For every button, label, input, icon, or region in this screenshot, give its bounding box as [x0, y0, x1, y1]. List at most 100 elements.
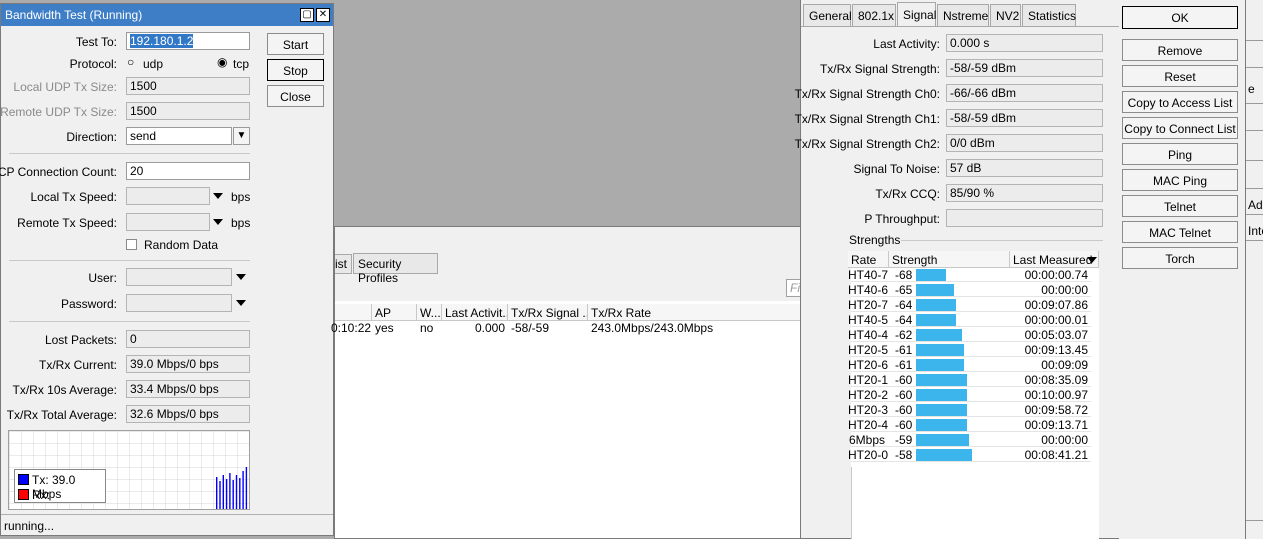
- ping-button[interactable]: Ping: [1122, 143, 1238, 165]
- strength-rate: HT20-7: [849, 298, 888, 312]
- registration-titlebar[interactable]: [335, 227, 849, 251]
- test-to-input[interactable]: 192.180.1.2: [126, 32, 250, 50]
- registration-window: ▢ ✕ ist Security Profiles Find AP W... L…: [331, 226, 850, 539]
- reset-button[interactable]: Reset: [1122, 65, 1238, 87]
- remote-speed-input[interactable]: [126, 213, 210, 231]
- col-w[interactable]: W...: [417, 304, 442, 321]
- ok-button[interactable]: OK: [1122, 6, 1238, 29]
- divider: [1246, 214, 1263, 215]
- tcp-count-input[interactable]: 20: [126, 162, 250, 180]
- start-button[interactable]: Start: [267, 33, 324, 55]
- col-strength-header[interactable]: Strength: [889, 251, 1010, 268]
- strength-bar: [916, 389, 967, 401]
- stop-button[interactable]: Stop: [267, 59, 324, 81]
- copy-to-access-list-button[interactable]: Copy to Access List: [1122, 91, 1238, 113]
- divider: [9, 260, 250, 261]
- chevron-down-icon[interactable]: [236, 274, 246, 280]
- col-last-measured-header[interactable]: Last Measured: [1010, 251, 1099, 268]
- tab-nstreme[interactable]: Nstreme: [937, 4, 989, 26]
- strength-row[interactable]: HT40-5 -64 00:00:00.01: [849, 312, 1091, 327]
- bandwidth-test-titlebar[interactable]: Bandwidth Test (Running): [1, 4, 333, 26]
- signal-field-label: Tx/Rx Signal Strength:: [819, 62, 940, 76]
- direction-dropdown-button[interactable]: ▼: [233, 127, 250, 145]
- strength-row[interactable]: 6Mbps -59 00:00:00: [849, 432, 1091, 447]
- tab-statistics[interactable]: Statistics: [1022, 4, 1076, 26]
- chevron-down-icon[interactable]: [1087, 257, 1097, 263]
- direction-label: Direction:: [66, 130, 117, 144]
- strength-rate: 6Mbps: [849, 433, 886, 447]
- strength-rate: HT20-1: [849, 373, 888, 387]
- strength-bar: [916, 344, 965, 356]
- tcp-radio[interactable]: ◉: [217, 55, 227, 69]
- strength-row[interactable]: HT20-1 -60 00:08:35.09: [849, 372, 1091, 387]
- tx-bar: [229, 473, 231, 509]
- chevron-down-icon[interactable]: [236, 300, 246, 306]
- col-last-activity[interactable]: Last Activit...: [442, 304, 508, 321]
- chevron-down-icon[interactable]: [213, 193, 223, 199]
- col-ap[interactable]: AP: [372, 304, 417, 321]
- tx-bar: [242, 471, 244, 509]
- strength-value: -60: [895, 418, 913, 432]
- close-button[interactable]: Close: [267, 85, 324, 107]
- remote-speed-unit: bps: [231, 216, 251, 230]
- strength-bar: [916, 284, 954, 296]
- maximize-icon[interactable]: ▢: [300, 8, 314, 22]
- col-uptime[interactable]: [335, 304, 372, 321]
- tab-security-profiles[interactable]: Security Profiles: [353, 253, 438, 285]
- current-value: 39.0 Mbps/0 bps: [126, 355, 250, 373]
- tab-label: Statistics: [1028, 9, 1077, 23]
- tx-bar: [222, 475, 224, 509]
- divider: [9, 153, 250, 154]
- local-speed-input[interactable]: [126, 187, 210, 205]
- tab-list[interactable]: ist: [335, 254, 352, 274]
- strength-row[interactable]: HT20-4 -60 00:09:13.71: [849, 417, 1091, 432]
- strength-row[interactable]: HT40-7 -68 00:00:00.74: [849, 267, 1091, 282]
- strength-value: -61: [895, 343, 913, 357]
- lost-packets-value: 0: [126, 330, 250, 348]
- col-signal[interactable]: Tx/Rx Signal ...: [508, 304, 588, 321]
- strength-row[interactable]: HT20-2 -60 00:10:00.97: [849, 387, 1091, 402]
- strength-row[interactable]: HT20-0 -58 00:08:41.21: [849, 447, 1091, 462]
- signal-field-label: Tx/Rx Signal Strength Ch0:: [794, 87, 940, 101]
- user-input[interactable]: [126, 268, 232, 286]
- tab-general[interactable]: General: [803, 4, 852, 26]
- strength-time: 00:00:00.01: [1024, 313, 1088, 327]
- mac-telnet-button[interactable]: MAC Telnet: [1122, 221, 1238, 243]
- strength-rate: HT40-6: [849, 283, 888, 297]
- random-data-checkbox[interactable]: [126, 239, 137, 250]
- strength-row[interactable]: HT20-6 -61 00:09:09: [849, 357, 1091, 372]
- tab-signal[interactable]: Signal: [897, 2, 936, 26]
- background-window-edge: e Addr Inter: [1245, 0, 1263, 539]
- mac-ping-button[interactable]: MAC Ping: [1122, 169, 1238, 191]
- strength-bar: [916, 269, 946, 281]
- tab-802-1x[interactable]: 802.1x: [852, 4, 896, 26]
- total-label: Tx/Rx Total Average:: [6, 408, 117, 422]
- tx-bar: [235, 475, 238, 509]
- strength-row[interactable]: HT20-7 -64 00:09:07.86: [849, 297, 1091, 312]
- strength-rows: HT40-7 -68 00:00:00.74 HT40-6 -65 00:00:00 HT2…: [849, 267, 1099, 467]
- direction-select[interactable]: send: [126, 127, 232, 145]
- tx-bar: [245, 467, 248, 509]
- strength-time: 00:10:00.97: [1024, 388, 1088, 402]
- divider: [1246, 103, 1263, 104]
- rx-legend-label: Rx:: [32, 488, 50, 502]
- telnet-button[interactable]: Telnet: [1122, 195, 1238, 217]
- local-speed-label: Local Tx Speed:: [30, 190, 117, 204]
- current-label: Tx/Rx Current:: [38, 358, 117, 372]
- strength-row[interactable]: HT20-5 -61 00:09:13.45: [849, 342, 1091, 357]
- chevron-down-icon[interactable]: [213, 219, 223, 225]
- strength-row[interactable]: HT40-4 -62 00:05:03.07: [849, 327, 1091, 342]
- udp-radio[interactable]: ○: [127, 55, 134, 69]
- close-icon[interactable]: ✕: [316, 8, 330, 22]
- password-input[interactable]: [126, 294, 232, 312]
- table-row[interactable]: 0:10:22 yes no 0.000 -58/-59 243.0Mbps/2…: [331, 321, 849, 336]
- col-rate-header[interactable]: Rate: [848, 251, 889, 268]
- tx-bar: [225, 479, 228, 509]
- strength-row[interactable]: HT40-6 -65 00:00:00: [849, 282, 1091, 297]
- copy-to-connect-list-button[interactable]: Copy to Connect List: [1122, 117, 1238, 139]
- tab-nv2[interactable]: NV2: [990, 4, 1021, 26]
- strength-row[interactable]: HT20-3 -60 00:09:58.72: [849, 402, 1091, 417]
- remove-button[interactable]: Remove: [1122, 39, 1238, 61]
- signal-field-label: Tx/Rx CCQ:: [875, 187, 940, 201]
- torch-button[interactable]: Torch: [1122, 247, 1238, 269]
